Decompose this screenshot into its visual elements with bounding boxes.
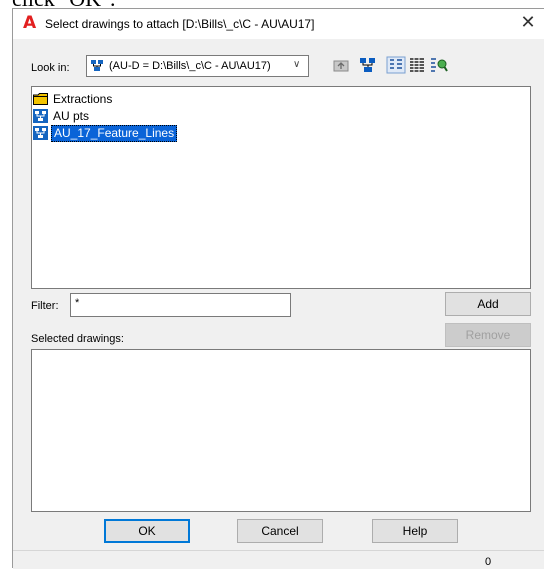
selected-drawings-label: Selected drawings: (31, 333, 124, 345)
chevron-down-icon[interactable]: ∨ (293, 59, 300, 70)
drawing-network-icon (33, 126, 48, 140)
drawing-network-icon (91, 60, 103, 71)
details-view-icon[interactable] (407, 56, 427, 74)
look-in-value: (AU-D = D:\Bills\_c\C - AU\AU17) (109, 60, 271, 72)
close-button[interactable]: ✕ (515, 11, 541, 35)
filter-value: * (75, 297, 80, 309)
selected-drawings-list[interactable] (31, 349, 531, 512)
network-tree-icon[interactable] (358, 56, 378, 74)
help-button[interactable]: Help (372, 519, 458, 543)
status-bar: 0 (13, 550, 544, 569)
window-title: Select drawings to attach [D:\Bills\_c\C… (45, 17, 315, 31)
status-count: 0 (485, 556, 492, 568)
look-in-label: Look in: (31, 62, 70, 74)
preview-icon[interactable] (429, 56, 449, 74)
attach-drawings-dialog: A Select drawings to attach [D:\Bills\_c… (12, 8, 544, 569)
list-item-label: AU pts (53, 109, 90, 123)
list-item-label: AU_17_Feature_Lines (51, 125, 178, 142)
title-bar[interactable]: A Select drawings to attach [D:\Bills\_c… (13, 9, 544, 39)
look-in-dropdown[interactable]: (AU-D = D:\Bills\_c\C - AU\AU17) ∨ (86, 55, 309, 77)
file-list[interactable]: Extractions AU pts AU_17_Feature_Lines (31, 86, 531, 289)
drawing-network-icon (33, 109, 48, 123)
up-folder-icon[interactable] (331, 56, 351, 74)
filter-label: Filter: (31, 300, 59, 312)
list-view-icon[interactable] (386, 56, 406, 74)
ok-button[interactable]: OK (104, 519, 190, 543)
autocad-app-icon: A (23, 13, 37, 33)
add-button[interactable]: Add (445, 292, 531, 316)
cancel-button[interactable]: Cancel (237, 519, 323, 543)
list-item-label: Extractions (53, 92, 113, 106)
folder-icon (33, 93, 48, 105)
remove-button[interactable]: Remove (445, 323, 531, 347)
filter-input[interactable]: * (70, 293, 291, 317)
